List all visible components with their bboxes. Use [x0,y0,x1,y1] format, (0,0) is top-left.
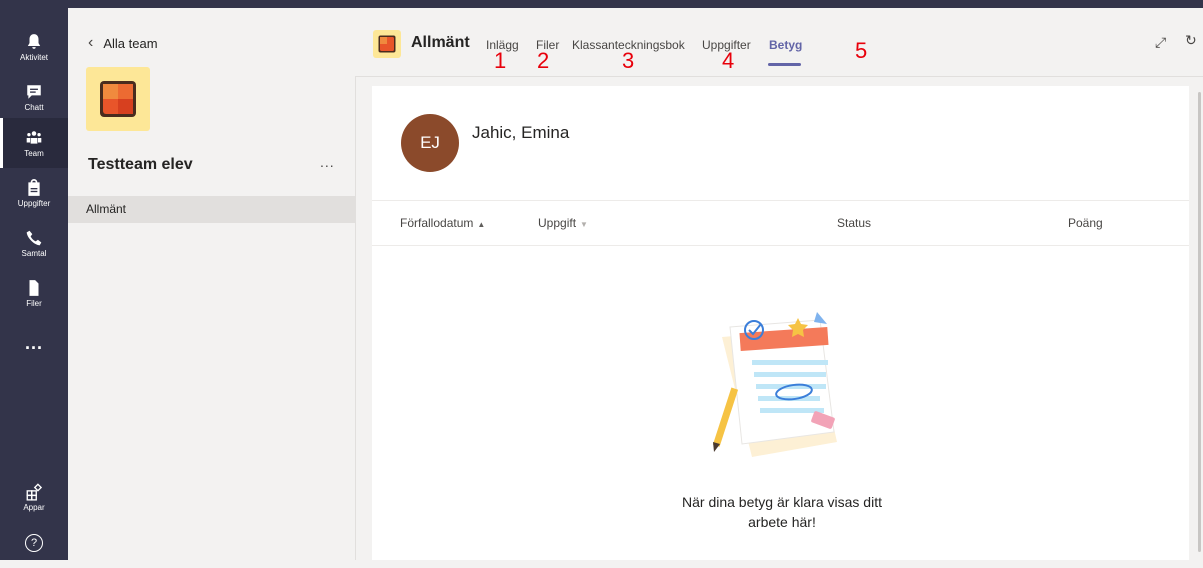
grades-content: EJ Jahic, Emina Förfallodatum ▲ Uppgift ▼ … [372,86,1189,560]
rail-label-assignments: Uppgifter [17,198,51,208]
rail-more-button[interactable]: ... [0,318,68,368]
rail-item-calls[interactable]: Samtal [0,218,68,268]
rail-item-activity[interactable]: Aktivitet [0,22,68,72]
more-icon: ... [24,333,43,353]
rail-item-files[interactable]: Filer [0,268,68,318]
chevron-left-icon: ‹ [88,34,94,51]
window-top-bar [0,0,1203,8]
back-label: Alla team [103,35,158,51]
active-tab-indicator [768,63,801,66]
column-assignment[interactable]: Uppgift ▼ [538,216,588,230]
help-icon: ? [25,534,43,552]
sort-descending-icon: ▼ [580,220,588,229]
rail-item-apps[interactable]: Appar [0,472,68,522]
grades-table-header: Förfallodatum ▲ Uppgift ▼ Status Poäng [372,200,1189,246]
annotation-number-4: 4 [722,48,735,73]
column-due-date[interactable]: Förfallodatum ▲ [400,216,485,230]
help-button[interactable]: ? [0,518,68,568]
annotation-number-3: 3 [622,48,635,73]
column-points[interactable]: Poäng [1068,216,1103,230]
rail-item-assignments[interactable]: Uppgifter [0,168,68,218]
bell-icon [27,33,41,49]
annotation-number-5: 5 [855,38,868,63]
empty-grades-illustration [712,312,837,457]
file-icon [29,279,39,296]
team-logo-icon [100,81,136,117]
annotation-number-1: 1 [494,48,507,73]
channel-item-general[interactable]: Allmänt [68,196,355,223]
vertical-scrollbar[interactable] [1189,86,1203,560]
rail-label-activity: Aktivitet [19,52,48,62]
rail-label-team: Team [24,148,44,158]
rail-item-team[interactable]: Team [0,118,68,168]
channel-label: Allmänt [86,202,127,216]
scrollbar-thumb[interactable] [1198,92,1201,552]
phone-icon [26,230,42,245]
channel-title: Allmänt [411,34,470,51]
column-due-date-label: Förfallodatum [400,216,474,230]
rail-item-chat[interactable]: Chatt [0,72,68,122]
chat-icon [27,84,41,99]
team-more-options-button[interactable]: ... [320,154,335,170]
rail-label-apps: Appar [23,502,45,512]
student-name: Jahic, Emina [472,123,570,142]
team-icon [26,130,42,144]
team-logo-small-icon [378,35,396,53]
back-to-teams-link[interactable]: ‹ Alla team [88,34,158,52]
team-panel: ‹ Alla team Testteam elev ... Allmänt [68,8,356,560]
apps-icon [26,482,43,501]
empty-state-line-1: När dina betyg är klara visas ditt [682,494,882,510]
tab-grades[interactable]: Betyg [769,38,802,52]
rail-label-calls: Samtal [21,248,47,258]
assignments-icon [28,178,40,196]
empty-state-line-2: arbete här! [748,514,816,530]
refresh-icon[interactable]: ↻ [1185,32,1197,49]
empty-state-message: När dina betyg är klara visas ditt arbet… [622,492,942,532]
channel-header: Allmänt Inlägg Filer Klassanteckningsbok… [355,8,1203,77]
app-rail: Aktivitet Chatt Team Uppgifter Samtal Fi… [0,8,68,560]
annotation-number-2: 2 [537,48,550,73]
channel-team-icon [373,30,401,58]
team-avatar [86,67,150,131]
column-assignment-label: Uppgift [538,216,577,230]
team-name: Testteam elev [88,156,193,173]
rail-label-chat: Chatt [24,102,44,112]
expand-icon[interactable]: ⤢ [1155,34,1166,51]
avatar: EJ [401,114,459,172]
sort-ascending-icon: ▲ [477,220,486,229]
column-status[interactable]: Status [837,216,871,230]
rail-label-files: Filer [26,298,42,308]
